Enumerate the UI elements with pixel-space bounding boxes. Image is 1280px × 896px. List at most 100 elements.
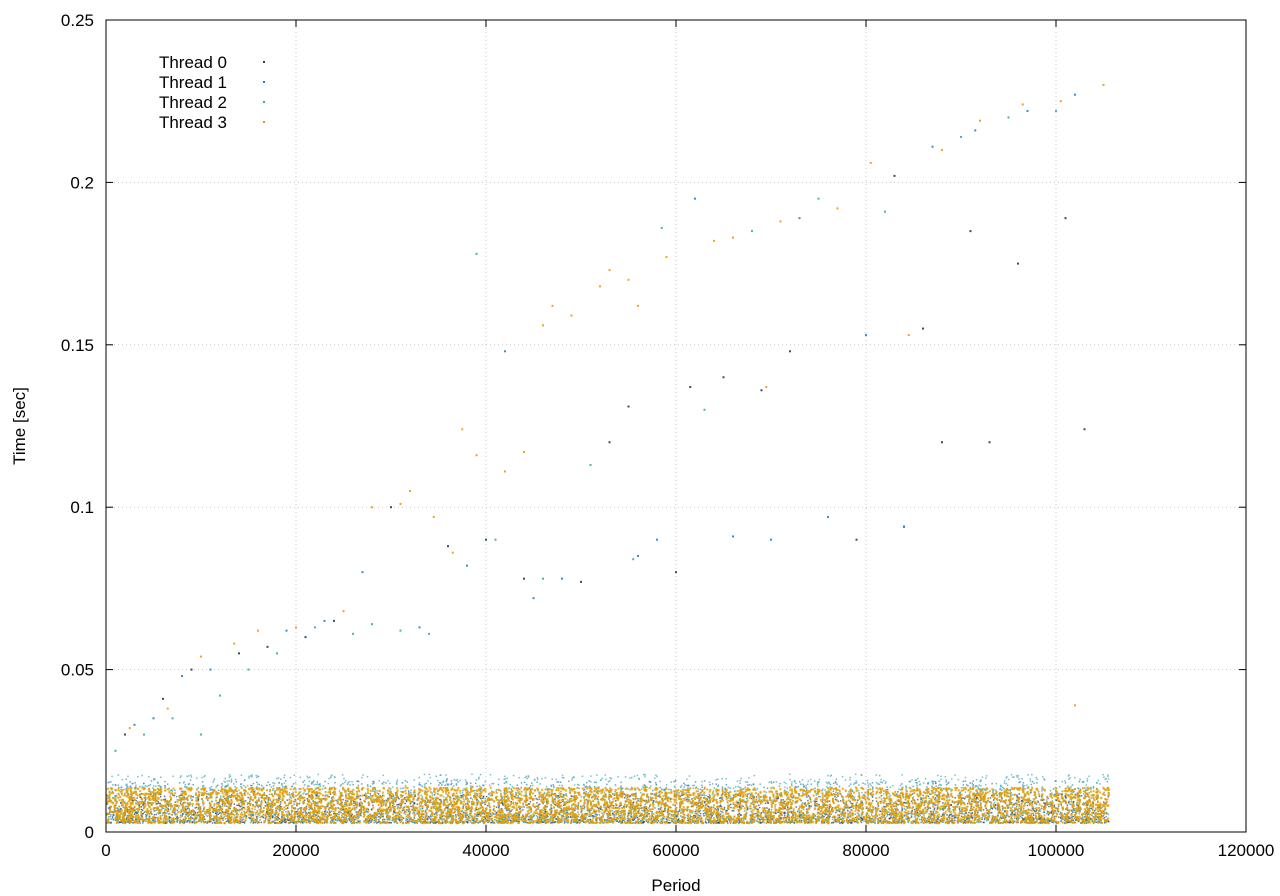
- data-point: [164, 780, 166, 783]
- data-point: [281, 783, 283, 785]
- data-point: [894, 807, 896, 810]
- outlier-point: [485, 538, 487, 541]
- data-point: [968, 811, 970, 814]
- data-point: [382, 804, 385, 806]
- data-point: [654, 782, 657, 784]
- data-point: [850, 802, 852, 805]
- data-point: [242, 818, 245, 820]
- data-point: [954, 784, 957, 786]
- series-thread-0: [106, 174, 1110, 824]
- data-point: [222, 819, 224, 822]
- data-point: [536, 798, 539, 801]
- data-point: [877, 783, 879, 785]
- data-point: [829, 783, 832, 786]
- data-point: [967, 785, 969, 787]
- data-point: [523, 781, 526, 784]
- data-point: [129, 785, 132, 787]
- data-point: [495, 806, 498, 808]
- data-point: [404, 802, 406, 805]
- data-point: [670, 788, 672, 791]
- data-point: [264, 805, 267, 807]
- data-point: [177, 807, 180, 809]
- data-point: [656, 821, 659, 824]
- points-layer: [106, 83, 1110, 825]
- data-point: [500, 792, 502, 795]
- data-point: [225, 805, 228, 808]
- data-point: [838, 816, 840, 819]
- data-point: [618, 821, 620, 823]
- data-point: [830, 813, 833, 816]
- data-point: [308, 808, 310, 811]
- data-point: [959, 810, 961, 812]
- data-point: [358, 809, 361, 811]
- data-point: [557, 781, 560, 783]
- data-point: [1031, 780, 1034, 783]
- data-point: [396, 781, 398, 783]
- data-point: [282, 786, 284, 788]
- data-point: [683, 782, 685, 785]
- data-point: [240, 805, 243, 808]
- data-point: [1018, 781, 1020, 784]
- data-point: [243, 792, 246, 794]
- data-point: [385, 782, 387, 784]
- data-point: [901, 808, 904, 810]
- data-point: [562, 794, 565, 796]
- outlier-point: [922, 327, 924, 330]
- data-point: [1067, 802, 1070, 804]
- data-point: [828, 800, 831, 802]
- data-point: [1041, 796, 1043, 798]
- data-point: [881, 781, 883, 784]
- data-point: [170, 789, 173, 791]
- data-point: [648, 812, 651, 815]
- data-point: [816, 783, 819, 785]
- data-point: [1014, 820, 1016, 823]
- data-point: [909, 812, 911, 815]
- data-point: [942, 802, 944, 804]
- outlier-point: [760, 389, 763, 392]
- data-point: [274, 822, 276, 824]
- data-point: [214, 812, 217, 815]
- data-point: [750, 797, 753, 800]
- data-point: [810, 783, 813, 785]
- data-point: [169, 808, 172, 810]
- data-point: [849, 811, 851, 813]
- data-point: [236, 804, 238, 807]
- data-point: [625, 806, 628, 808]
- data-point: [493, 813, 496, 816]
- data-point: [993, 801, 996, 804]
- data-point: [269, 804, 272, 807]
- data-point: [971, 817, 974, 820]
- data-point: [233, 803, 236, 805]
- data-point: [790, 810, 792, 813]
- data-point: [497, 806, 500, 808]
- data-point: [259, 819, 261, 821]
- data-point: [1022, 807, 1025, 809]
- data-point: [757, 804, 760, 807]
- data-point: [601, 812, 603, 814]
- data-point: [990, 807, 992, 809]
- data-point: [446, 806, 448, 809]
- data-point: [585, 781, 588, 784]
- data-point: [1003, 809, 1006, 812]
- data-point: [474, 782, 477, 784]
- data-point: [839, 800, 842, 802]
- data-point: [306, 812, 309, 815]
- data-point: [450, 783, 452, 786]
- data-point: [416, 803, 419, 805]
- data-point: [407, 790, 410, 792]
- outlier-point: [190, 668, 193, 671]
- data-point: [123, 792, 126, 795]
- data-point: [577, 811, 579, 813]
- data-point: [371, 783, 374, 785]
- data-point: [139, 786, 141, 788]
- data-point: [800, 783, 802, 785]
- data-point: [205, 795, 208, 798]
- data-point: [838, 785, 841, 788]
- data-point: [370, 820, 373, 823]
- data-point: [1018, 807, 1020, 809]
- data-point: [1066, 804, 1069, 806]
- data-point: [963, 813, 965, 815]
- data-point: [347, 781, 349, 784]
- data-point: [293, 803, 296, 805]
- data-point: [722, 811, 724, 814]
